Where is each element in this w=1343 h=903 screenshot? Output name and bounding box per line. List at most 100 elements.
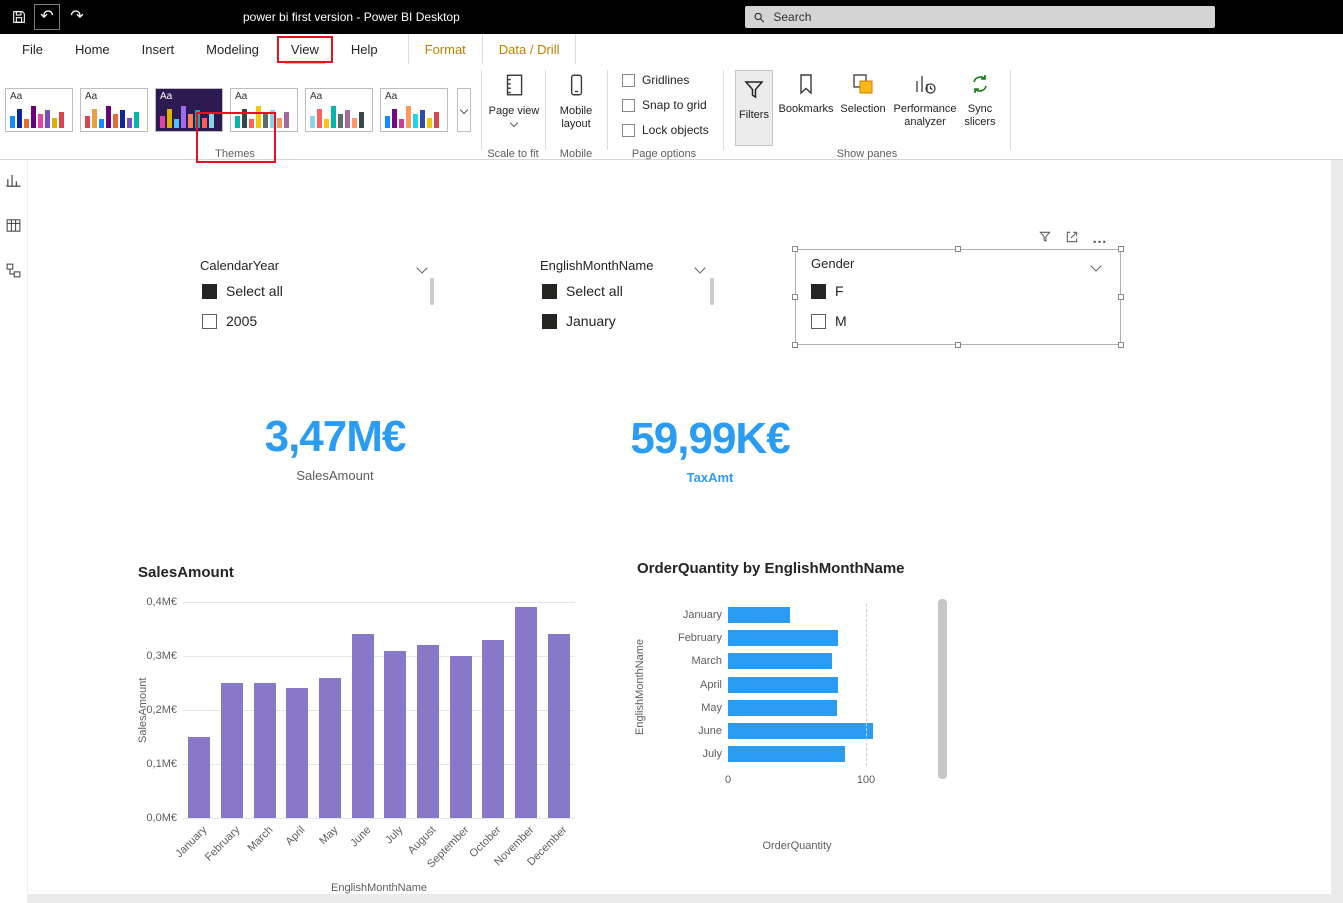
x-axis-title: OrderQuantity xyxy=(728,840,866,852)
tab-data-drill[interactable]: Data / Drill xyxy=(482,34,577,64)
data-view-button[interactable] xyxy=(5,217,22,239)
chart-scrollbar[interactable] xyxy=(938,599,947,779)
search-box[interactable] xyxy=(745,6,1215,28)
column-bar-february[interactable] xyxy=(221,683,243,818)
snap-to-grid-option[interactable]: Snap to grid xyxy=(622,98,707,112)
resize-handle[interactable] xyxy=(792,294,798,300)
resize-handle[interactable] xyxy=(1118,246,1124,252)
theme-thumbnail-4[interactable]: Aa xyxy=(230,88,298,132)
save-button[interactable] xyxy=(6,4,32,30)
tab-help[interactable]: Help xyxy=(335,34,394,64)
tab-insert[interactable]: Insert xyxy=(126,34,191,64)
theme-thumbnail-5[interactable]: Aa xyxy=(305,88,373,132)
category-label: March xyxy=(630,653,722,669)
report-view-icon xyxy=(5,172,22,189)
checkbox[interactable] xyxy=(542,284,557,299)
bar-january[interactable] xyxy=(728,607,790,623)
snap-to-grid-checkbox[interactable] xyxy=(622,99,635,112)
page-view-button[interactable]: Page view xyxy=(488,72,540,126)
bar-june[interactable] xyxy=(728,723,873,739)
column-bar-march[interactable] xyxy=(254,683,276,818)
card-label: TaxAmt xyxy=(560,470,860,485)
bar-chart-orderquantity[interactable]: OrderQuantity by EnglishMonthName Englis… xyxy=(630,556,960,816)
slicer-englishmonthname[interactable]: EnglishMonthName Select all January xyxy=(540,254,716,340)
lock-objects-checkbox[interactable] xyxy=(622,124,635,137)
checkbox[interactable] xyxy=(811,284,826,299)
resize-handle[interactable] xyxy=(1118,294,1124,300)
chevron-down-icon[interactable] xyxy=(1090,260,1101,271)
theme-thumbnail-6[interactable]: Aa xyxy=(380,88,448,132)
column-bar-september[interactable] xyxy=(450,656,472,818)
tab-home[interactable]: Home xyxy=(59,34,126,64)
more-options-button[interactable]: … xyxy=(1092,235,1108,243)
column-bar-december[interactable] xyxy=(548,634,570,818)
report-view-button[interactable] xyxy=(5,172,22,194)
performance-analyzer-pane-button[interactable]: Performance analyzer xyxy=(892,72,958,129)
visual-filter-button[interactable] xyxy=(1038,230,1052,249)
chevron-down-icon[interactable] xyxy=(694,262,705,273)
focus-mode-button[interactable] xyxy=(1065,230,1079,249)
tab-file[interactable]: File xyxy=(6,34,59,64)
theme-thumbnail-2[interactable]: Aa xyxy=(80,88,148,132)
resize-handle[interactable] xyxy=(955,246,961,252)
slicer-item[interactable]: January xyxy=(542,312,616,330)
theme-thumbnail-1[interactable]: Aa xyxy=(5,88,73,132)
slicer-item[interactable]: Select all xyxy=(542,282,623,300)
theme-gallery-expand-button[interactable] xyxy=(457,88,471,132)
slicer-scrollbar[interactable] xyxy=(710,278,714,305)
slicer-gender[interactable]: Gender F M xyxy=(795,249,1121,345)
column-bar-august[interactable] xyxy=(417,645,439,818)
theme-bar xyxy=(399,119,404,128)
bar-march[interactable] xyxy=(728,653,832,669)
slicer-item[interactable]: M xyxy=(811,312,847,330)
redo-button[interactable]: ↷ xyxy=(64,4,90,30)
column-bar-november[interactable] xyxy=(515,607,537,818)
column-bar-july[interactable] xyxy=(384,651,406,818)
slicer-calendaryear[interactable]: CalendarYear Select all 2005 xyxy=(200,254,440,340)
column-bar-june[interactable] xyxy=(352,634,374,818)
lock-objects-option[interactable]: Lock objects xyxy=(622,123,709,137)
resize-handle[interactable] xyxy=(792,342,798,348)
column-bar-october[interactable] xyxy=(482,640,504,818)
slicer-item[interactable]: Select all xyxy=(202,282,283,300)
slicer-item[interactable]: F xyxy=(811,282,844,300)
checkbox[interactable] xyxy=(542,314,557,329)
checkbox[interactable] xyxy=(811,314,826,329)
column-bar-april[interactable] xyxy=(286,688,308,818)
bar-february[interactable] xyxy=(728,630,838,646)
sync-slicers-pane-button[interactable]: Sync slicers xyxy=(956,72,1004,129)
theme-bar xyxy=(92,109,97,128)
gridlines-checkbox[interactable] xyxy=(622,74,635,87)
slicer-scrollbar[interactable] xyxy=(430,278,434,305)
mobile-layout-button[interactable]: Mobile layout xyxy=(550,72,602,131)
checkbox[interactable] xyxy=(202,284,217,299)
bar-may[interactable] xyxy=(728,700,837,716)
undo-button[interactable]: ↶ xyxy=(34,4,60,30)
theme-thumbnail-3[interactable]: Aa xyxy=(155,88,223,132)
card-salesamount[interactable]: 3,47M€ SalesAmount xyxy=(185,412,485,483)
tab-format[interactable]: Format xyxy=(408,34,482,64)
chevron-down-icon[interactable] xyxy=(416,262,427,273)
tab-modeling[interactable]: Modeling xyxy=(190,34,275,64)
bar-april[interactable] xyxy=(728,677,838,693)
filters-pane-button[interactable]: Filters xyxy=(735,70,773,146)
resize-handle[interactable] xyxy=(792,246,798,252)
card-taxamt[interactable]: 59,99K€ TaxAmt xyxy=(560,414,860,485)
checkbox[interactable] xyxy=(202,314,217,329)
tab-view[interactable]: View xyxy=(275,34,335,64)
model-view-button[interactable] xyxy=(5,262,22,284)
x-tick-label: November xyxy=(473,824,537,888)
y-tick-label: 0,0M€ xyxy=(137,812,177,824)
column-chart-salesamount[interactable]: SalesAmount SalesAmount 0,0M€0,1M€0,2M€0… xyxy=(135,560,595,903)
bookmarks-pane-button[interactable]: Bookmarks xyxy=(777,72,835,116)
search-input[interactable] xyxy=(771,9,1207,25)
column-bar-january[interactable] xyxy=(188,737,210,818)
bar-july[interactable] xyxy=(728,746,845,762)
theme-bar xyxy=(134,112,139,128)
gridlines-option[interactable]: Gridlines xyxy=(622,73,689,87)
resize-handle[interactable] xyxy=(1118,342,1124,348)
column-bar-may[interactable] xyxy=(319,678,341,818)
resize-handle[interactable] xyxy=(955,342,961,348)
selection-pane-button[interactable]: Selection xyxy=(838,72,888,116)
slicer-item[interactable]: 2005 xyxy=(202,312,257,330)
